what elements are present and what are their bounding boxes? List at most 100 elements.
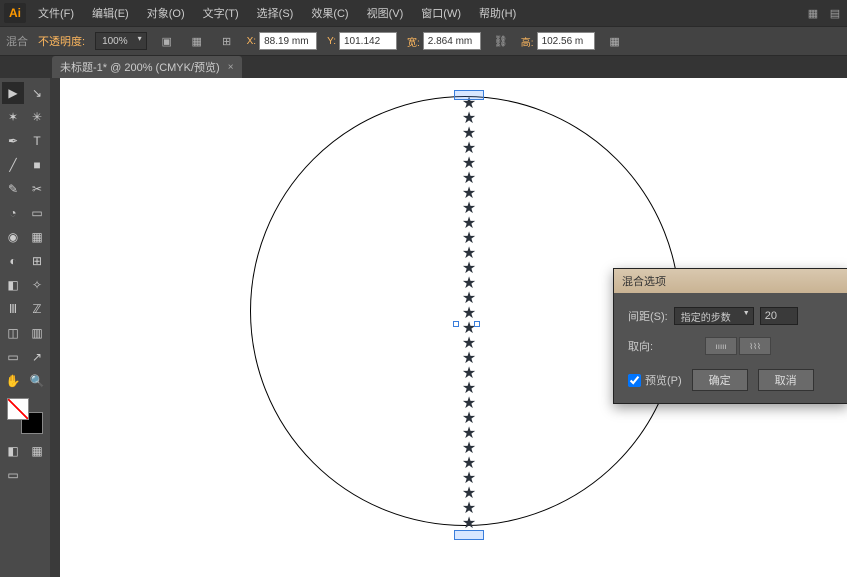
canvas[interactable]: ★★★★★★★★★★★★★★★★★★★★★★★★★★★★★ 混合选项 间距(S)… [60, 78, 847, 577]
menu-effect[interactable]: 效果(C) [303, 2, 356, 24]
menu-text[interactable]: 文字(T) [195, 2, 247, 24]
tab-title: 未标题-1* @ 200% (CMYK/预览) [60, 59, 220, 75]
selection-handle-top[interactable] [454, 90, 484, 100]
perspective-tool[interactable]: ◐ [2, 250, 24, 272]
star-icon: ★ [462, 171, 476, 186]
magic-wand-tool[interactable]: ✶ [2, 106, 24, 128]
ok-button[interactable]: 确定 [692, 369, 748, 391]
star-icon: ★ [462, 306, 476, 321]
blend-options-dialog: 混合选项 间距(S): 指定的步数 取向: ııııı ⌇⌇⌇ [613, 268, 847, 404]
orient-page-button[interactable]: ııııı [705, 337, 737, 355]
menu-edit[interactable]: 编辑(E) [84, 2, 137, 24]
menu-view[interactable]: 视图(V) [359, 2, 412, 24]
preview-check-input[interactable] [628, 374, 641, 387]
width-tool[interactable]: ◉ [2, 226, 24, 248]
star-icon: ★ [462, 426, 476, 441]
tool-panel: ▶ ↘ ✶ ✳ ✒ T ╱ ■ ✎ ✂ ◔ ▭ ◉ ▦ ◐ ⊞ ◧ ✧ Ⅲ ℤ … [0, 78, 50, 577]
star-icon: ★ [462, 501, 476, 516]
pen-tool[interactable]: ✒ [2, 130, 24, 152]
close-tab-icon[interactable]: × [228, 62, 234, 73]
selection-handle-mid-left[interactable] [453, 321, 459, 327]
star-icon: ★ [462, 291, 476, 306]
menu-window[interactable]: 窗口(W) [413, 2, 469, 24]
selection-handle-bottom[interactable] [454, 530, 484, 540]
titlebar-icons: ▦ ▤ [805, 5, 843, 21]
y-label: Y: [327, 36, 336, 47]
y-input[interactable] [339, 32, 397, 50]
line-tool[interactable]: ╱ [2, 154, 24, 176]
spacing-dropdown[interactable]: 指定的步数 [674, 307, 754, 325]
star-icon: ★ [462, 486, 476, 501]
x-input[interactable] [259, 32, 317, 50]
blend-label: 混合 [6, 33, 28, 49]
panel-collapse-strip[interactable] [50, 78, 60, 577]
star-icon: ★ [462, 261, 476, 276]
document-tab[interactable]: 未标题-1* @ 200% (CMYK/预览) × [52, 56, 242, 78]
brush-tool[interactable]: ✎ [2, 178, 24, 200]
graph-tool[interactable]: ◫ [2, 322, 24, 344]
link-wh-icon[interactable]: ⛓ [491, 31, 511, 51]
scale-tool[interactable]: ▭ [26, 202, 48, 224]
star-icon: ★ [462, 156, 476, 171]
scissors-tool[interactable]: ✂ [26, 178, 48, 200]
opacity-dropdown[interactable]: 100% [95, 32, 147, 50]
mesh-tool[interactable]: ⊞ [26, 250, 48, 272]
gradient-mode-icon[interactable]: ▦ [26, 440, 48, 462]
swatch-fill[interactable] [7, 398, 29, 420]
orient-path-button[interactable]: ⌇⌇⌇ [739, 337, 771, 355]
selection-handle-mid-right[interactable] [474, 321, 480, 327]
rectangle-tool[interactable]: ■ [26, 154, 48, 176]
star-icon: ★ [462, 276, 476, 291]
align-icon[interactable]: ▦ [187, 31, 207, 51]
document-tab-bar: 未标题-1* @ 200% (CMYK/预览) × [0, 56, 847, 78]
menu-object[interactable]: 对象(O) [139, 2, 193, 24]
star-icon: ★ [462, 141, 476, 156]
menu-file[interactable]: 文件(F) [30, 2, 82, 24]
style-icon[interactable]: ▣ [157, 31, 177, 51]
color-mode-icon[interactable]: ◧ [2, 440, 24, 462]
w-input[interactable] [423, 32, 481, 50]
hand-tool[interactable]: ↗ [26, 346, 48, 368]
h-label: 高: [521, 34, 534, 49]
main-menu: 文件(F) 编辑(E) 对象(O) 文字(T) 选择(S) 效果(C) 视图(V… [30, 2, 524, 24]
dialog-body: 间距(S): 指定的步数 取向: ııııı ⌇⌇⌇ 预览(P) [614, 293, 847, 403]
h-input[interactable] [537, 32, 595, 50]
rotate-tool[interactable]: ◔ [2, 202, 24, 224]
options-bar: 混合 不透明度: 100% ▣ ▦ ⊞ X: Y: 宽: ⛓ 高: ▦ [0, 26, 847, 56]
screen-mode-icon[interactable]: ▭ [2, 464, 24, 486]
type-tool[interactable]: T [26, 130, 48, 152]
move-tool[interactable]: ✋ [2, 370, 24, 392]
w-label: 宽: [407, 34, 420, 49]
dialog-title[interactable]: 混合选项 [614, 269, 847, 293]
star-icon: ★ [462, 186, 476, 201]
star-icon: ★ [462, 216, 476, 231]
star-icon: ★ [462, 411, 476, 426]
eyedropper-tool[interactable]: ✧ [26, 274, 48, 296]
workspace: ▶ ↘ ✶ ✳ ✒ T ╱ ■ ✎ ✂ ◔ ▭ ◉ ▦ ◐ ⊞ ◧ ✧ Ⅲ ℤ … [0, 78, 847, 577]
blend-tool[interactable]: Ⅲ [2, 298, 24, 320]
artboard-tool[interactable]: ▥ [26, 322, 48, 344]
anchor-grid-icon[interactable]: ⊞ [217, 31, 237, 51]
arrange-icon[interactable]: ▤ [827, 5, 843, 21]
color-swatch[interactable] [5, 398, 45, 434]
more-icon[interactable]: ▦ [605, 31, 625, 51]
spacing-input[interactable] [760, 307, 798, 325]
blend-star-column: ★★★★★★★★★★★★★★★★★★★★★★★★★★★★★ [458, 96, 480, 531]
star-icon: ★ [462, 456, 476, 471]
star-icon: ★ [462, 126, 476, 141]
shape-builder-tool[interactable]: ▦ [26, 226, 48, 248]
star-icon: ★ [462, 441, 476, 456]
zoom-tool[interactable]: 🔍 [26, 370, 48, 392]
menu-help[interactable]: 帮助(H) [471, 2, 524, 24]
cancel-button[interactable]: 取消 [758, 369, 814, 391]
direct-select-tool[interactable]: ↘ [26, 82, 48, 104]
star-icon: ★ [462, 381, 476, 396]
bridge-icon[interactable]: ▦ [805, 5, 821, 21]
slice-tool[interactable]: ▭ [2, 346, 24, 368]
gradient-tool[interactable]: ◧ [2, 274, 24, 296]
selection-tool[interactable]: ▶ [2, 82, 24, 104]
menu-select[interactable]: 选择(S) [249, 2, 302, 24]
lasso-tool[interactable]: ✳ [26, 106, 48, 128]
preview-checkbox[interactable]: 预览(P) [628, 372, 682, 388]
symbol-tool[interactable]: ℤ [26, 298, 48, 320]
